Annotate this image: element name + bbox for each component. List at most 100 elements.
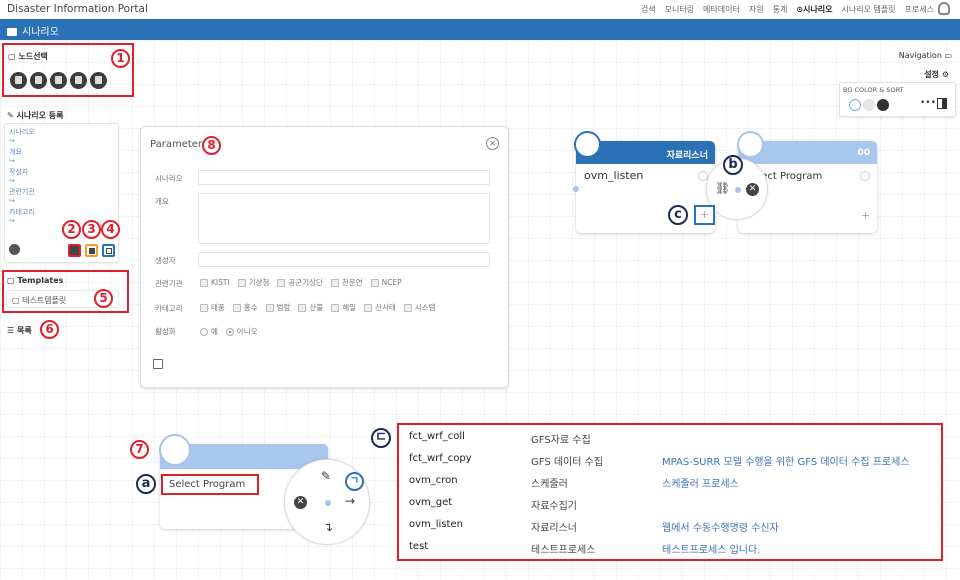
parameter-panel: Parameter 8 ✕ 시나리오 개요 생성자 관련기관 KISTI 기상청… — [140, 126, 509, 388]
edit-button[interactable] — [68, 244, 81, 257]
annotation-8: 8 — [202, 136, 221, 155]
user-icon[interactable] — [938, 2, 950, 15]
scenario-summary-panel: 시나리오 ↪ 개요 ↪ 작성자 ↪ 관련기관 ↪ 카테고리 ↪ — [4, 123, 119, 263]
node-title: 자료리스너 — [666, 151, 708, 161]
copy-icon[interactable] — [50, 72, 67, 89]
annotation-2: 2 — [62, 220, 81, 239]
nav-metadata[interactable]: 메타데이터 — [703, 4, 740, 15]
bg-color-gray[interactable] — [863, 99, 875, 111]
org-checkbox[interactable]: 공군기상단 — [277, 277, 323, 288]
side-field-value: ↪ — [9, 177, 15, 185]
category-checkboxes: 태풍 홍수 범람 산불 해일 산사태 시스템 — [200, 302, 435, 313]
annotation-6: 6 — [40, 320, 59, 339]
info-icon[interactable] — [860, 171, 870, 181]
template-item-label: 테스트템플릿 — [22, 296, 67, 305]
category-checkbox[interactable]: 범람 — [265, 302, 290, 313]
table-row[interactable]: ovm_cron 스케줄러 스케줄러 프로세스 — [409, 475, 939, 495]
unlink-icon[interactable]: ⛓ — [715, 181, 730, 195]
table-row[interactable]: ovm_listen 자료리스너 웹에서 수동수행명령 수신자 — [409, 519, 939, 539]
node-type-buttons — [10, 72, 110, 93]
document-icon — [574, 131, 601, 158]
table-row[interactable]: fct_wrf_copy GFS 데이터 수집 MPAS-SURR 모델 수행을 위… — [409, 453, 939, 473]
nav-scenario-label: 시나리오 — [803, 5, 833, 14]
delete-node-icon[interactable]: ✕ — [294, 496, 307, 509]
active-radios: 예 아니오 — [200, 326, 258, 337]
scenario-input[interactable] — [198, 170, 490, 185]
clipboard-icon: ▢ — [7, 276, 18, 285]
category-checkbox[interactable]: 산사태 — [364, 302, 396, 313]
page-title: 시나리오 — [22, 27, 59, 38]
side-field-value: ↪ — [9, 137, 15, 145]
category-checkbox[interactable]: 해일 — [331, 302, 356, 313]
nav-stats[interactable]: 통계 — [773, 4, 788, 15]
top-bar: Disaster Information Portal 검색 모니터링 메타데이… — [0, 0, 960, 19]
settings-toggle[interactable]: 설정 ⚙ — [924, 69, 949, 80]
category-checkbox[interactable]: 홍수 — [232, 302, 258, 313]
org-checkbox[interactable]: 천문연 — [330, 277, 363, 288]
table-row[interactable]: test 테스트프로세스 테스트프로세스 입니다. — [409, 541, 939, 561]
gear-icon: ⚙ — [941, 70, 949, 79]
delete-link-icon[interactable]: ✕ — [746, 183, 759, 196]
edit-icon: ✎ — [7, 111, 17, 120]
annotation-4: 4 — [101, 220, 120, 239]
category-label: 카테고리 — [155, 304, 183, 313]
sort-icon[interactable] — [937, 98, 947, 109]
org-checkbox[interactable]: KISTI — [200, 278, 230, 287]
side-field-label: 작성자 — [9, 168, 29, 176]
clone-icon[interactable] — [90, 72, 107, 89]
app-title: Disaster Information Portal — [7, 3, 148, 15]
industry-icon[interactable] — [70, 72, 87, 89]
category-checkbox[interactable]: 시스템 — [403, 302, 435, 313]
nav-scenario-template[interactable]: 시나리오 템플릿 — [841, 4, 895, 15]
list-icon: ☰ — [7, 326, 17, 335]
nav-search[interactable]: 검색 — [641, 4, 656, 15]
sign-in-icon[interactable] — [30, 72, 47, 89]
bg-color-light[interactable] — [849, 99, 861, 111]
annotation-1: 1 — [111, 49, 130, 68]
select-program-field[interactable]: Select Program — [161, 474, 259, 495]
arrow-down-icon[interactable]: ↴ — [323, 520, 333, 534]
lightbulb-icon[interactable] — [9, 244, 20, 255]
document-icon[interactable] — [10, 72, 27, 89]
nav-process[interactable]: 프로세스 — [905, 4, 934, 15]
active-radio-no[interactable]: 아니오 — [225, 326, 258, 337]
save-icon[interactable] — [153, 359, 163, 369]
active-radio-yes[interactable]: 예 — [200, 326, 218, 337]
add-icon[interactable]: + — [861, 209, 870, 222]
input-port[interactable] — [573, 186, 579, 192]
eyedropper-icon[interactable]: ✎ — [321, 469, 331, 483]
port-dot — [735, 187, 741, 193]
folder-icon — [7, 28, 17, 36]
arrow-right-icon[interactable]: → — [345, 494, 355, 508]
more-icon[interactable]: ••• — [920, 98, 936, 108]
navigation-toggle[interactable]: Navigation ▭ — [899, 51, 952, 60]
save-button[interactable] — [102, 244, 115, 257]
close-icon[interactable]: ✕ — [486, 137, 499, 150]
nav-monitoring[interactable]: 모니터링 — [665, 4, 694, 15]
annotation-3: 3 — [82, 220, 101, 239]
node-select-label: ▢ 노드선택 — [8, 52, 48, 61]
org-checkbox[interactable]: NCEP — [370, 278, 402, 287]
side-field-label: 카테고리 — [9, 208, 35, 216]
category-checkbox[interactable]: 산불 — [298, 302, 323, 313]
table-row[interactable]: ovm_get 자료수집기 — [409, 497, 939, 517]
sign-in-icon — [159, 434, 191, 466]
annotation-giyeok: ㄱ — [345, 472, 364, 491]
add-icon[interactable]: + — [694, 205, 715, 225]
side-field-label: 개요 — [9, 148, 22, 156]
scenario-label: 시나리오 — [155, 174, 183, 183]
port-dot — [325, 500, 331, 506]
bg-color-dark[interactable] — [877, 99, 889, 111]
export-button[interactable] — [85, 244, 98, 257]
author-label: 생성자 — [155, 256, 176, 265]
annotation-digeut: ㄷ — [371, 428, 391, 448]
summary-textarea[interactable] — [198, 193, 490, 244]
nav-resource[interactable]: 자원 — [749, 4, 764, 15]
category-checkbox[interactable]: 태풍 — [200, 302, 225, 313]
list-link[interactable]: ☰ 목록 — [7, 325, 32, 336]
table-row[interactable]: fct_wrf_coll GFS자료 수집 — [409, 431, 939, 451]
org-checkbox[interactable]: 기상청 — [237, 277, 269, 288]
nav-scenario[interactable]: ⊙시나리오 — [796, 4, 832, 15]
annotation-a: a — [136, 474, 156, 494]
author-input[interactable] — [198, 252, 490, 267]
